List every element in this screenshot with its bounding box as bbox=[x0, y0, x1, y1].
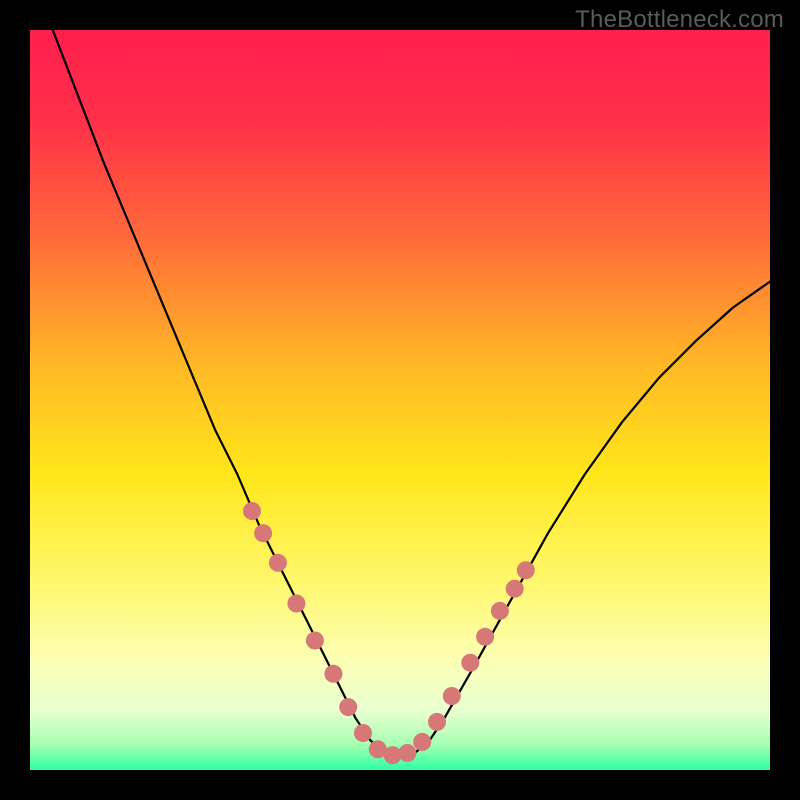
gradient-background bbox=[30, 30, 770, 770]
highlight-dot bbox=[398, 744, 416, 762]
highlight-dot bbox=[287, 595, 305, 613]
highlight-dot bbox=[428, 713, 446, 731]
bottleneck-chart bbox=[30, 30, 770, 770]
highlight-dot bbox=[443, 687, 461, 705]
plot-area bbox=[30, 30, 770, 770]
highlight-dot bbox=[339, 698, 357, 716]
highlight-dot bbox=[254, 524, 272, 542]
highlight-dot bbox=[243, 502, 261, 520]
highlight-dot bbox=[506, 580, 524, 598]
highlight-dot bbox=[517, 561, 535, 579]
highlight-dot bbox=[413, 733, 431, 751]
highlight-dot bbox=[461, 654, 479, 672]
highlight-dot bbox=[324, 665, 342, 683]
highlight-dot bbox=[354, 724, 372, 742]
highlight-dot bbox=[476, 628, 494, 646]
highlight-dot bbox=[491, 602, 509, 620]
chart-stage: TheBottleneck.com bbox=[0, 0, 800, 800]
highlight-dot bbox=[306, 632, 324, 650]
highlight-dot bbox=[269, 554, 287, 572]
